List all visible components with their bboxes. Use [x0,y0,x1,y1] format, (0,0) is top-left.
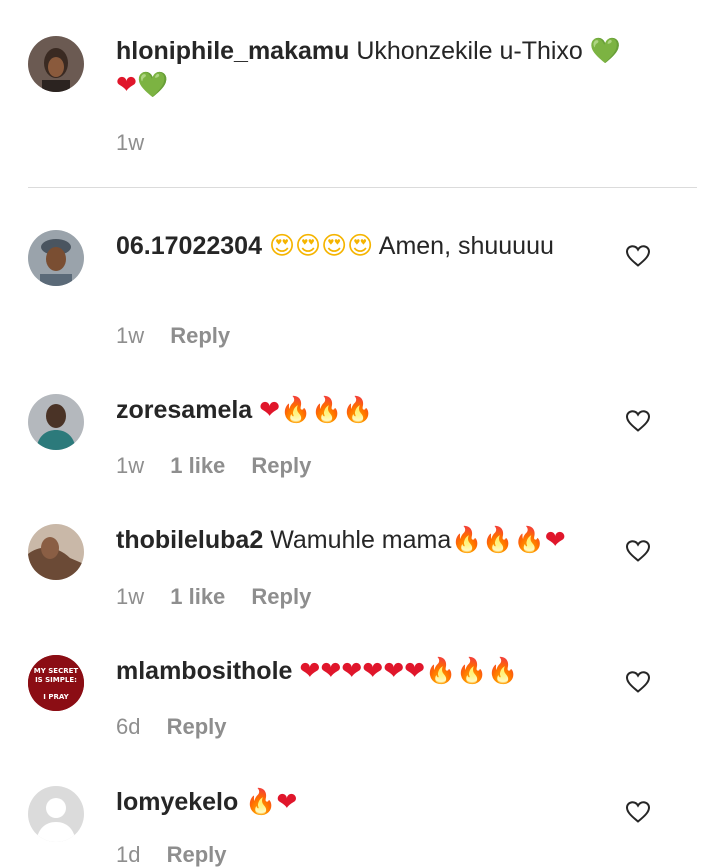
comment-text-block: zoresamela ❤🔥🔥🔥 [116,393,606,427]
comment-text-block: 06.17022304 😍😍😍😍 Amen, shuuuuu [116,229,606,263]
like-button[interactable] [625,539,651,563]
emoji: 🔥 [456,656,488,685]
emoji: 💚 [136,70,169,99]
emoji: 🔥 [451,525,483,554]
timestamp: 1w [116,453,145,478]
avatar[interactable] [28,36,84,92]
emoji: 🔥 [245,787,277,816]
emoji: ❤ [320,656,342,685]
comment-meta: 6d Reply [116,714,247,740]
divider [28,187,697,188]
username[interactable]: lomyekelo [116,788,238,816]
emoji: ❤ [276,787,298,816]
emoji: ❤ [544,525,566,554]
username[interactable]: mlambosithole [116,657,292,685]
comment-text-block: mlambosithole ❤❤❤❤❤❤🔥🔥🔥 [116,654,616,688]
username[interactable]: zoresamela [116,396,252,424]
avatar[interactable] [28,524,84,580]
emoji: ❤ [116,70,137,99]
heart-outline-icon [625,671,651,693]
emoji: 💚 [589,36,621,65]
avatar[interactable] [28,230,84,286]
comment-meta: 1w [116,130,164,156]
emoji: 😍 [347,231,374,260]
username[interactable]: hloniphile_makamu [116,37,349,65]
like-button[interactable] [625,409,651,433]
emoji: ❤ [404,656,426,685]
comment-text-block: thobileluba2 Wamuhle mama🔥🔥🔥❤ [116,523,606,557]
emoji: 🔥 [513,525,545,554]
timestamp: 1w [116,130,145,155]
comment-meta: 1d Reply [116,842,247,868]
timestamp: 1w [116,323,145,348]
comment-text: Wamuhle mama [270,526,452,554]
avatar-text: MY SECRET [34,667,79,675]
emoji: 🔥 [487,656,519,685]
reply-button[interactable]: Reply [170,323,230,348]
heart-outline-icon [625,540,651,562]
avatar-text: I PRAY [43,693,69,701]
heart-outline-icon [625,801,651,823]
avatar[interactable]: MY SECRET IS SIMPLE: I PRAY [28,655,84,711]
emoji: 🔥 [280,395,312,424]
avatar[interactable] [28,394,84,450]
timestamp: 1d [116,842,141,867]
reply-button[interactable]: Reply [167,842,227,867]
username[interactable]: 06.17022304 [116,232,262,260]
emoji: ❤ [383,656,405,685]
likes-count[interactable]: 1 like [170,453,225,478]
timestamp: 1w [116,584,145,609]
avatar[interactable] [28,786,84,842]
like-button[interactable] [625,244,651,268]
reply-button[interactable]: Reply [251,584,311,609]
caption-text: hloniphile_makamu Ukhonzekile u-Thixo 💚 … [116,34,656,102]
emoji: 😍 [268,231,295,260]
emoji: ❤ [341,656,363,685]
emoji: 😍 [321,231,348,260]
heart-outline-icon [625,410,651,432]
emoji: 🔥 [311,395,343,424]
heart-outline-icon [625,245,651,267]
comment-meta: 1w 1 like Reply [116,453,331,479]
emoji: 🔥 [482,525,514,554]
comment-text-block: lomyekelo 🔥❤ [116,785,606,819]
likes-count[interactable]: 1 like [170,584,225,609]
comment-meta: 1w 1 like Reply [116,584,331,610]
post-caption: hloniphile_makamu Ukhonzekile u-Thixo 💚 … [0,0,720,189]
emoji: ❤ [259,395,281,424]
emoji: ❤ [299,656,321,685]
comment-text: Amen, shuuuuu [378,232,554,260]
emoji: ❤ [362,656,384,685]
timestamp: 6d [116,714,141,739]
emoji: 🔥 [342,395,374,424]
emoji: 😍 [295,231,322,260]
comment-meta: 1w Reply [116,323,250,349]
emoji: 🔥 [425,656,457,685]
like-button[interactable] [625,670,651,694]
reply-button[interactable]: Reply [251,453,311,478]
comment-text: Ukhonzekile u-Thixo [356,37,583,65]
avatar-text: IS SIMPLE: [35,676,77,684]
username[interactable]: thobileluba2 [116,526,263,554]
like-button[interactable] [625,800,651,824]
reply-button[interactable]: Reply [167,714,227,739]
